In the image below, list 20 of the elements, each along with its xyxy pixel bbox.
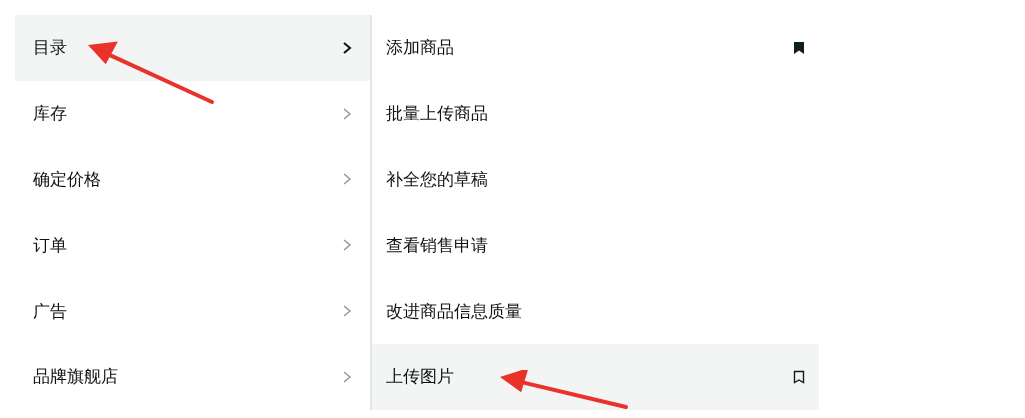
chevron-icon [342, 369, 352, 384]
submenu-item[interactable]: 上传图片 [372, 344, 819, 410]
menu-item[interactable]: 品牌旗舰店 [15, 344, 370, 410]
submenu-item[interactable]: 改进商品信息质量 [372, 278, 819, 344]
submenu-item[interactable]: 查看销售申请 [372, 212, 819, 279]
menu-item[interactable]: 目录 [15, 15, 370, 81]
bookmark-icon[interactable] [793, 40, 805, 55]
chevron-icon [342, 238, 352, 253]
menu-item[interactable]: 库存 [15, 80, 370, 147]
submenu-item[interactable]: 补全您的草稿 [372, 146, 819, 213]
menu-item[interactable]: 广告 [15, 278, 370, 344]
chevron-icon [342, 304, 352, 319]
chevron-icon [342, 106, 352, 121]
chevron-icon [342, 172, 352, 187]
menu-item[interactable]: 确定价格 [15, 146, 370, 213]
submenu-item[interactable]: 批量上传商品 [372, 80, 819, 147]
bookmark-icon[interactable] [793, 369, 805, 384]
menu-item[interactable]: 订单 [15, 212, 370, 279]
chevron-icon [342, 40, 352, 55]
submenu-item[interactable]: 添加商品 [372, 15, 819, 81]
